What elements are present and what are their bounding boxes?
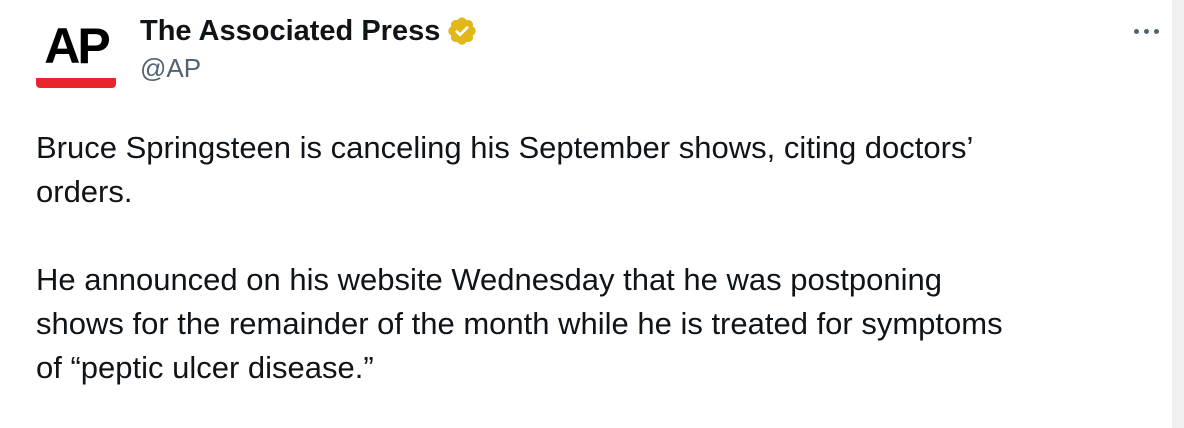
tweet-line: He announced on his website Wednesday th… — [36, 262, 942, 297]
tweet-line: Bruce Springsteen is canceling his Septe… — [36, 130, 974, 165]
tweet-text: Bruce Springsteen is canceling his Septe… — [36, 126, 1156, 390]
author-name-row: The Associated Press — [140, 12, 478, 50]
avatar-logo-text: AP — [44, 18, 110, 74]
author-handle[interactable]: @AP — [140, 50, 201, 86]
verified-badge-icon[interactable] — [446, 15, 478, 47]
avatar[interactable]: AP — [36, 14, 116, 94]
author-display-name[interactable]: The Associated Press — [140, 12, 440, 50]
more-dot — [1153, 28, 1159, 34]
tweet-line: orders. — [36, 174, 133, 209]
more-dot — [1143, 28, 1149, 34]
tweet-card: AP The Associated Press @AP Bruce Spring… — [0, 0, 1172, 428]
tweet-line: shows for the remainder of the month whi… — [36, 306, 1003, 341]
right-border — [1172, 0, 1184, 428]
avatar-red-bar — [36, 78, 116, 88]
more-dot — [1133, 28, 1139, 34]
tweet-line: of “peptic ulcer disease.” — [36, 350, 374, 385]
more-options-icon[interactable] — [1126, 16, 1166, 46]
